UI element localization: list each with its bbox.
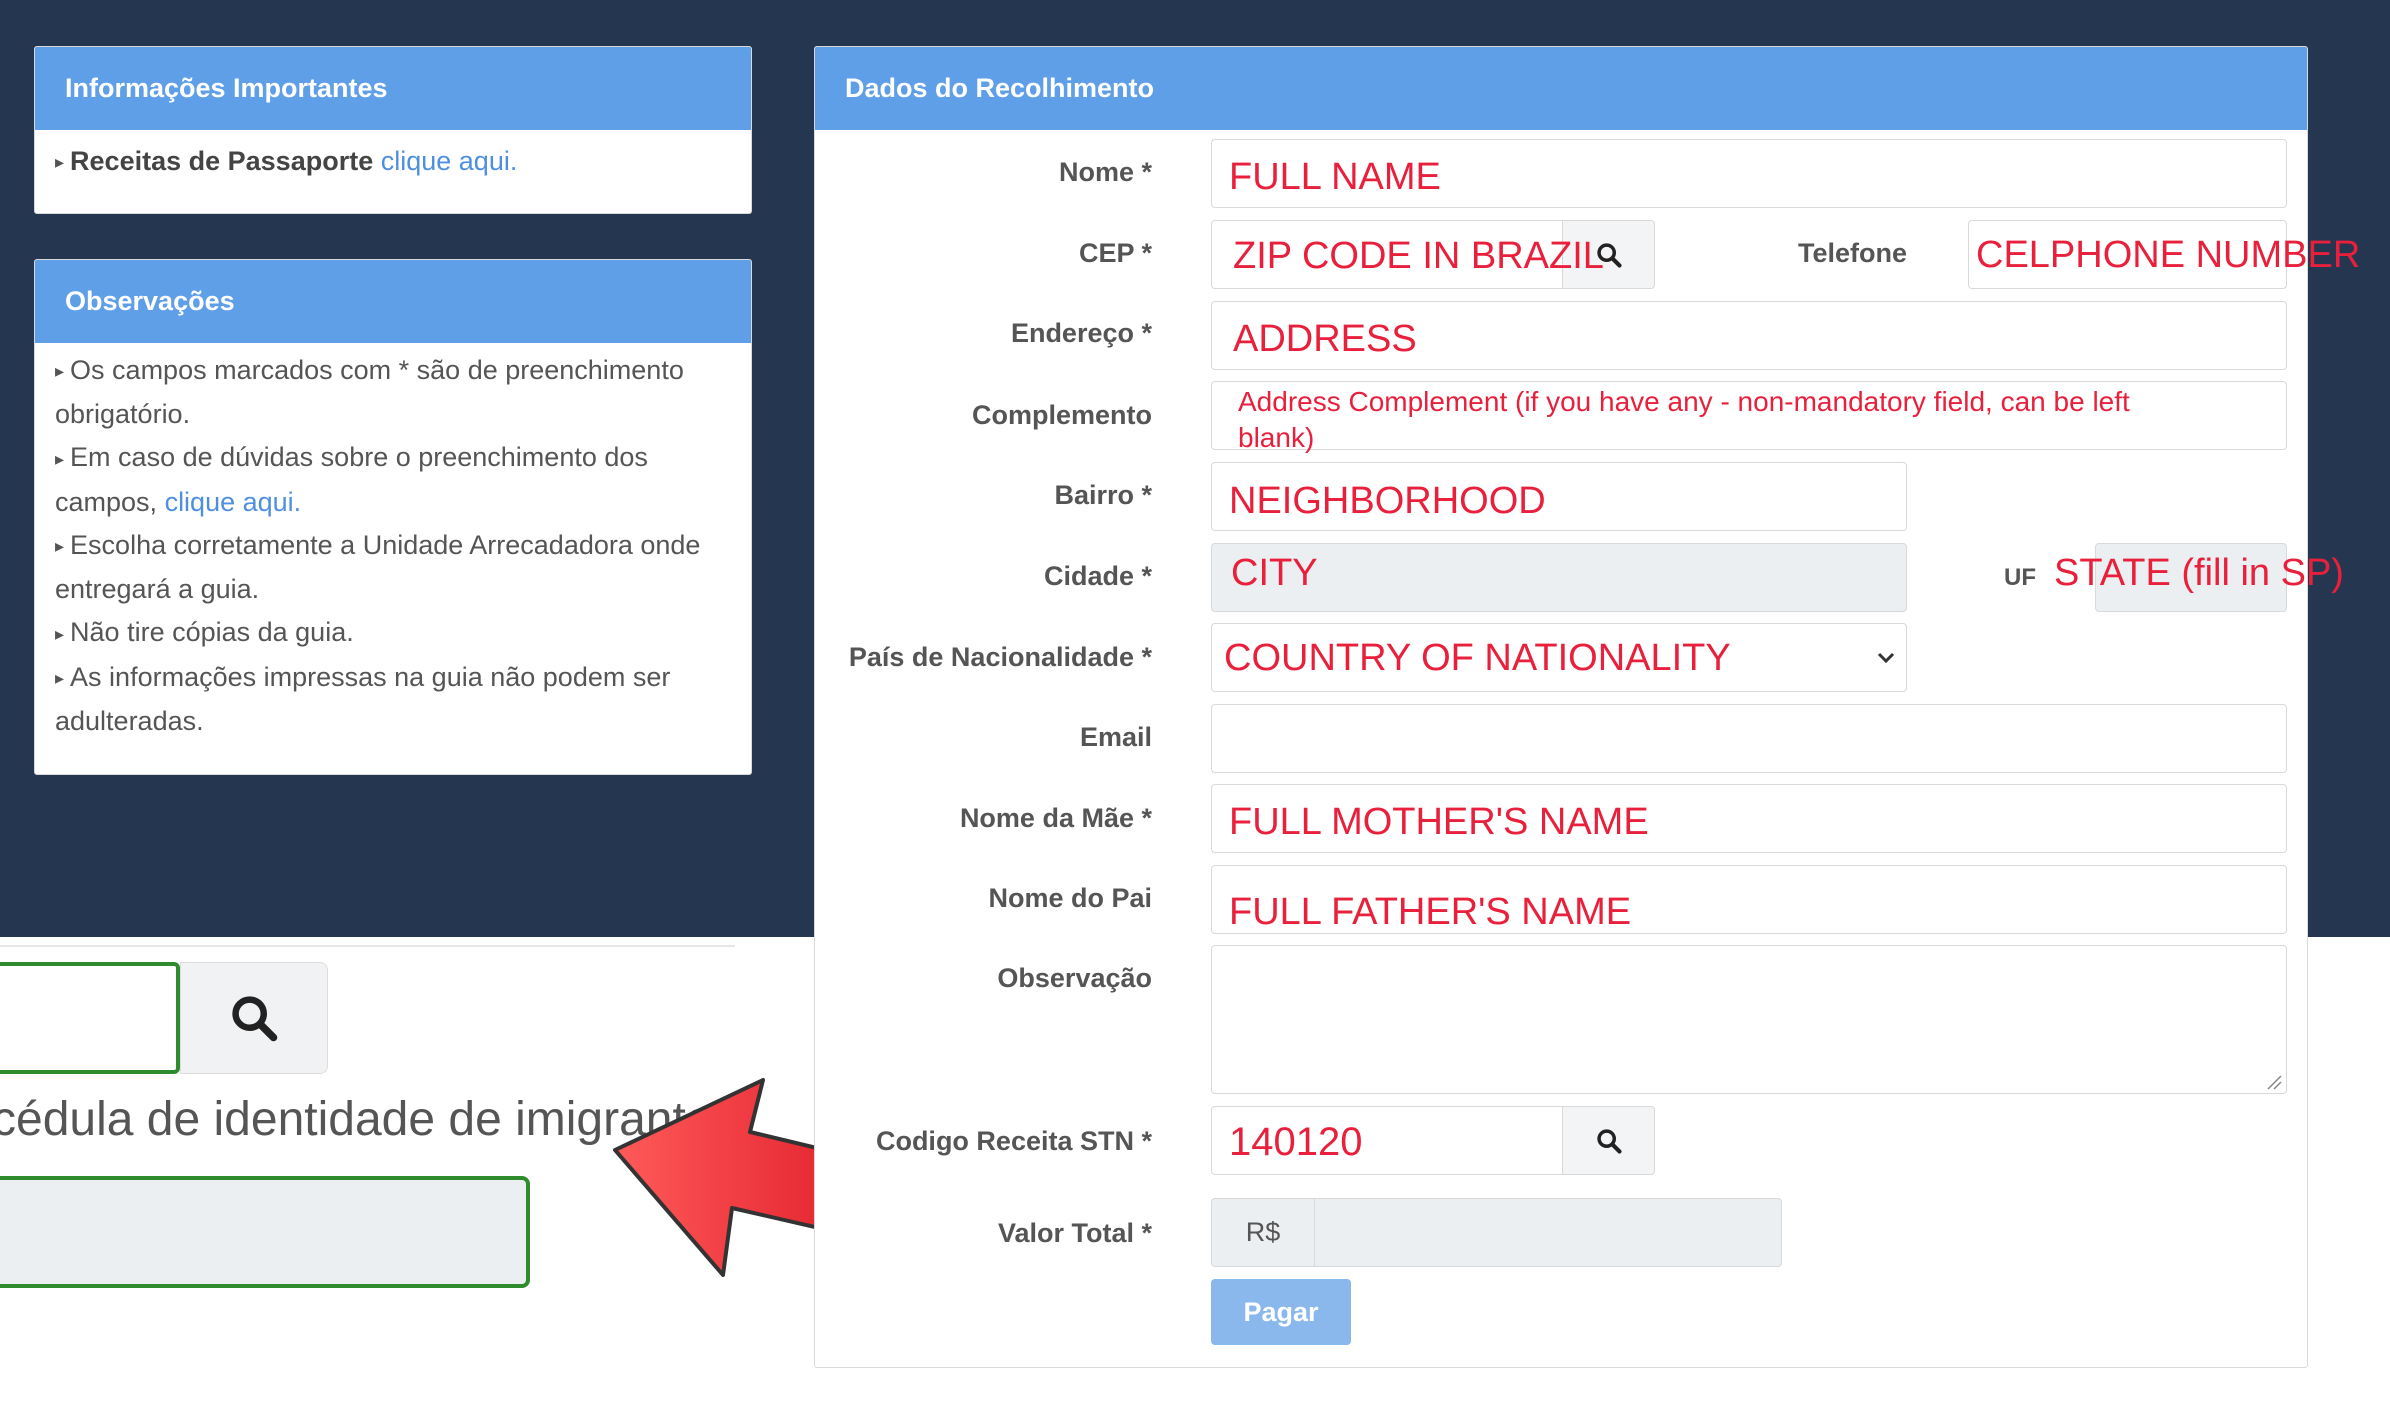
resize-handle-icon[interactable] bbox=[2266, 1074, 2282, 1090]
zoom-inset-field[interactable] bbox=[0, 1176, 530, 1288]
label-pais: País de Nacionalidade * bbox=[848, 642, 1152, 672]
bairro-annotation: NEIGHBORHOOD bbox=[1229, 480, 1546, 522]
observations-panel: Observações ▸ Os campos marcados com * sã… bbox=[34, 259, 752, 775]
info-panel: Informações Importantes ▸ Receitas de Pas… bbox=[34, 46, 752, 214]
label-bairro: Bairro * bbox=[1054, 480, 1152, 510]
label-cep: CEP * bbox=[1078, 238, 1152, 268]
cidade-annotation: CITY bbox=[1231, 552, 1318, 594]
pagar-button-label: Pagar bbox=[1243, 1296, 1319, 1327]
codigo-search-button[interactable] bbox=[1562, 1106, 1655, 1175]
info-panel-title: Informações Importantes bbox=[35, 47, 751, 130]
observations-panel-title: Observações bbox=[35, 260, 751, 343]
label-endereco: Endereço * bbox=[1010, 318, 1152, 348]
codigo-annotation: 140120 bbox=[1229, 1120, 1363, 1164]
label-complemento: Complemento bbox=[971, 400, 1152, 430]
pai-annotation: FULL FATHER'S NAME bbox=[1229, 891, 1632, 933]
search-icon bbox=[232, 996, 278, 1042]
currency-addon: R$ bbox=[1211, 1198, 1315, 1267]
complemento-annotation-line1: Address Complement (if you have any - no… bbox=[1238, 386, 2130, 417]
form-panel-title: Dados do Recolhimento bbox=[815, 47, 2307, 130]
zoom-inset-input[interactable] bbox=[0, 962, 180, 1074]
bullet-icon: ▸ bbox=[55, 361, 65, 382]
bullet-icon: ▸ bbox=[55, 448, 65, 469]
observation-item: ▸ Os campos marcados com * são de preench… bbox=[55, 355, 684, 430]
bullet-icon: ▸ bbox=[55, 152, 65, 173]
label-observacao: Observação bbox=[997, 963, 1152, 993]
label-codigo: Codigo Receita STN * bbox=[875, 1126, 1152, 1156]
label-pai: Nome do Pai bbox=[988, 883, 1152, 913]
label-valor: Valor Total * bbox=[997, 1218, 1152, 1248]
search-icon bbox=[1596, 1128, 1622, 1154]
bullet-icon: ▸ bbox=[55, 667, 65, 688]
uf-annotation: STATE (fill in SP) bbox=[2054, 552, 2344, 594]
bullet-icon: ▸ bbox=[55, 623, 65, 644]
observation-item: ▸ Não tire cópias da guia. bbox=[55, 617, 354, 648]
nome-annotation: FULL NAME bbox=[1229, 156, 1441, 198]
help-link[interactable]: clique aqui. bbox=[165, 487, 302, 517]
zoom-inset-search-button[interactable] bbox=[180, 962, 328, 1074]
label-cidade: Cidade * bbox=[1043, 561, 1152, 591]
zoom-inset-divider bbox=[0, 945, 735, 947]
currency-label: R$ bbox=[1245, 1217, 1281, 1247]
observation-item: ▸ Em caso de dúvidas sobre o preenchiment… bbox=[55, 442, 648, 517]
endereco-annotation: ADDRESS bbox=[1233, 318, 1417, 360]
passport-recipes-label: Receitas de Passaporte bbox=[70, 146, 374, 176]
chevron-down-icon bbox=[1877, 652, 1895, 664]
observation-item: ▸ Escolha corretamente a Unidade Arrecada… bbox=[55, 529, 701, 605]
pais-annotation: COUNTRY OF NATIONALITY bbox=[1224, 637, 1731, 679]
label-mae: Nome da Mãe * bbox=[959, 803, 1152, 833]
mae-annotation: FULL MOTHER'S NAME bbox=[1229, 801, 1649, 843]
passport-recipes-link[interactable]: clique aqui. bbox=[381, 146, 518, 176]
bullet-icon: ▸ bbox=[55, 536, 65, 557]
valor-input[interactable] bbox=[1314, 1198, 1782, 1267]
telefone-annotation: CELPHONE NUMBER bbox=[1976, 234, 2361, 276]
observacao-textarea[interactable] bbox=[1211, 945, 2287, 1094]
email-input[interactable] bbox=[1211, 704, 2287, 773]
pagar-button[interactable]: Pagar bbox=[1211, 1279, 1351, 1345]
label-nome: Nome * bbox=[1058, 157, 1152, 187]
cep-annotation: ZIP CODE IN BRAZIL bbox=[1233, 235, 1604, 277]
complemento-annotation-line2: blank) bbox=[1238, 422, 1315, 453]
observation-item: ▸ As informações impressas na guia não po… bbox=[55, 661, 671, 736]
label-email: Email bbox=[1079, 722, 1152, 752]
